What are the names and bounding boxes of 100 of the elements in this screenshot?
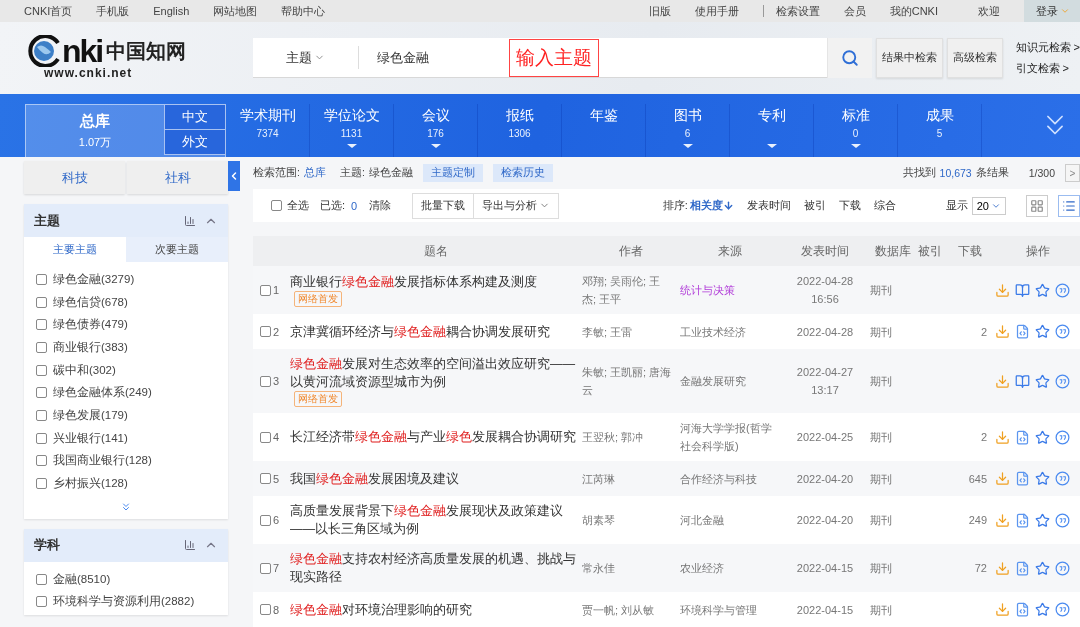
- source-link[interactable]: 环境科学与管理: [680, 600, 780, 619]
- sort-option[interactable]: 相关度: [689, 198, 734, 213]
- sort-option[interactable]: 发表时间: [746, 198, 791, 213]
- checkbox[interactable]: [260, 326, 271, 337]
- database-tab[interactable]: 学位论文: [323, 107, 380, 125]
- database-tab[interactable]: 成果: [925, 107, 954, 125]
- checkbox[interactable]: [36, 409, 47, 421]
- checkbox[interactable]: [260, 375, 271, 387]
- quote-icon[interactable]: [1055, 429, 1070, 445]
- download-icon[interactable]: [995, 560, 1010, 576]
- top-link[interactable]: CNKI首页: [24, 3, 73, 19]
- document-icon[interactable]: [1015, 602, 1030, 617]
- checkbox[interactable]: [36, 364, 47, 376]
- facet-option[interactable]: 金融(8510): [53, 571, 111, 587]
- top-link[interactable]: 手机版: [96, 3, 130, 19]
- checkbox[interactable]: [36, 387, 47, 399]
- checkbox[interactable]: [36, 478, 47, 490]
- checkbox[interactable]: [260, 431, 271, 443]
- sort-option[interactable]: 被引: [803, 198, 826, 213]
- checkbox[interactable]: [36, 296, 47, 308]
- source-link[interactable]: 金融发展研究: [680, 372, 780, 390]
- quote-icon[interactable]: [1055, 512, 1070, 528]
- page-size-select[interactable]: 20: [971, 196, 1006, 215]
- tag-button[interactable]: 检索历史: [492, 164, 553, 182]
- sort-option[interactable]: 下载: [838, 198, 861, 213]
- result-title[interactable]: 高质量发展背景下绿色金融发展现状及政策建议——以长三角区域为例: [290, 502, 582, 538]
- caret-icon[interactable]: [766, 144, 777, 148]
- star-icon[interactable]: [1035, 512, 1050, 528]
- quote-icon[interactable]: [1055, 471, 1070, 486]
- top-link[interactable]: 旧版: [648, 3, 671, 19]
- quote-icon[interactable]: [1055, 373, 1070, 389]
- checkbox[interactable]: [36, 319, 47, 331]
- document-icon[interactable]: [1015, 560, 1030, 576]
- checkbox[interactable]: [260, 514, 271, 526]
- facet-option[interactable]: 绿色发展(179): [53, 407, 128, 423]
- result-title[interactable]: 我国绿色金融发展困境及建议: [290, 469, 463, 488]
- document-icon[interactable]: [1015, 324, 1030, 339]
- facet-option[interactable]: 我国商业银行(128): [53, 453, 152, 469]
- facet-option[interactable]: 绿色债券(479): [53, 317, 128, 333]
- search-option-button[interactable]: 高级检索: [946, 38, 1003, 78]
- star-icon[interactable]: [1035, 471, 1050, 486]
- top-link[interactable]: English: [153, 5, 190, 17]
- source-link[interactable]: 河北金融: [680, 511, 780, 529]
- facet-option[interactable]: 绿色金融(3279): [53, 271, 135, 287]
- result-title[interactable]: 京津冀循环经济与绿色金融耦合协调发展研究: [290, 322, 554, 341]
- star-icon[interactable]: [1035, 373, 1050, 389]
- facet-option[interactable]: 兴业银行(141): [53, 430, 128, 446]
- language-tab[interactable]: 中文: [164, 104, 226, 130]
- source-link[interactable]: 河海大学学报(哲学社会科学版): [680, 419, 780, 455]
- checkbox[interactable]: [271, 200, 282, 211]
- sort-option[interactable]: 综合: [873, 198, 896, 213]
- download-icon[interactable]: [995, 429, 1010, 445]
- checkbox[interactable]: [36, 432, 47, 444]
- facet-option[interactable]: 绿色信贷(678): [53, 294, 128, 310]
- result-title[interactable]: 商业银行绿色金融发展指标体系构建及测度: [290, 273, 541, 291]
- facet-option[interactable]: 乡村振兴(128): [53, 476, 128, 492]
- action-button[interactable]: 导出与分析: [473, 192, 560, 219]
- welcome-link[interactable]: 欢迎: [978, 3, 1000, 19]
- search-button[interactable]: [826, 38, 872, 78]
- checkbox[interactable]: [36, 596, 47, 608]
- search-link[interactable]: 引文检索 >: [1015, 61, 1080, 76]
- chart-icon[interactable]: [184, 214, 196, 227]
- document-icon[interactable]: [1015, 429, 1030, 445]
- download-icon[interactable]: [995, 324, 1010, 339]
- search-option-button[interactable]: 结果中检索: [875, 38, 943, 78]
- chart-icon[interactable]: [184, 539, 196, 552]
- star-icon[interactable]: [1035, 602, 1050, 617]
- star-icon[interactable]: [1035, 560, 1050, 576]
- database-tab[interactable]: 图书: [673, 107, 702, 125]
- search-link[interactable]: 知识元检索 >: [1015, 40, 1080, 55]
- facet-option[interactable]: 碳中和(302): [53, 362, 116, 378]
- source-link[interactable]: 工业技术经济: [680, 322, 780, 341]
- more-icon[interactable]: [120, 500, 132, 513]
- facet-option[interactable]: 环境科学与资源利用(2882): [53, 594, 195, 610]
- caret-icon[interactable]: [346, 144, 357, 148]
- top-link[interactable]: 我的CNKI: [889, 3, 938, 19]
- quote-icon[interactable]: [1055, 560, 1070, 576]
- source-link[interactable]: 农业经济: [680, 559, 780, 577]
- checkbox[interactable]: [36, 341, 47, 353]
- checkbox[interactable]: [36, 273, 47, 285]
- category-tab[interactable]: 社科: [127, 161, 228, 194]
- top-link[interactable]: 检索设置: [775, 3, 820, 19]
- caret-icon[interactable]: [682, 144, 693, 148]
- facet-option[interactable]: 绿色金融体系(249): [53, 385, 152, 401]
- source-link[interactable]: 合作经济与科技: [680, 469, 780, 488]
- select-all-label[interactable]: 全选: [287, 198, 309, 213]
- download-icon[interactable]: [995, 471, 1010, 486]
- collapse-sidebar-button[interactable]: [228, 161, 240, 191]
- download-icon[interactable]: [995, 512, 1010, 528]
- database-tab[interactable]: 专利: [757, 107, 786, 125]
- download-icon[interactable]: [995, 282, 1010, 298]
- result-title[interactable]: 绿色金融对环境治理影响的研究: [290, 600, 476, 619]
- database-tab[interactable]: 报纸: [505, 107, 534, 125]
- document-icon[interactable]: [1015, 471, 1030, 486]
- book-icon[interactable]: [1015, 282, 1030, 298]
- result-title[interactable]: 长江经济带绿色金融与产业绿色发展耦合协调研究: [290, 428, 580, 446]
- clear-link[interactable]: 清除: [369, 198, 392, 213]
- checkbox[interactable]: [36, 573, 47, 585]
- category-tab[interactable]: 科技: [24, 161, 125, 194]
- source-link[interactable]: 统计与决策: [680, 281, 780, 299]
